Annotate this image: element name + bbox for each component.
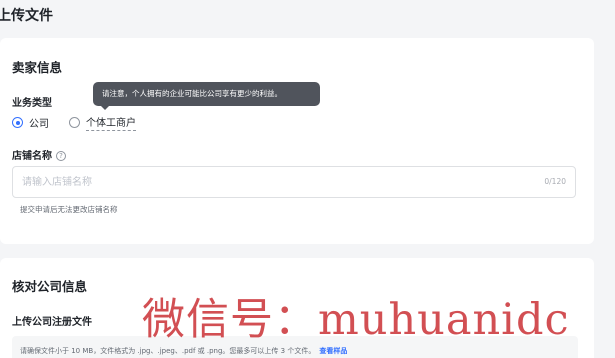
store-name-label: 店铺名称: [12, 151, 52, 162]
radio-sole-proprietor[interactable]: 个体工商户: [69, 114, 136, 131]
radio-sole-proprietor-label: 个体工商户: [86, 114, 136, 131]
view-sample-link[interactable]: 查看样品: [319, 347, 347, 355]
store-name-input[interactable]: [13, 167, 533, 197]
radio-checked-icon[interactable]: [12, 117, 23, 128]
seller-section-title: 卖家信息: [12, 60, 63, 75]
business-type-label: 业务类型: [12, 98, 52, 109]
seller-info-card: 卖家信息 业务类型 请注意，个人拥有的企业可能比公司享有更少的利益。 公司 个体…: [0, 38, 594, 244]
upload-hint: 请确保文件小于 10 MB，文件格式为 .jpg、.jpeg、.pdf 或 .p…: [20, 347, 316, 355]
radio-company-label: 公司: [29, 119, 49, 130]
upload-hint-row: 请确保文件小于 10 MB，文件格式为 .jpg、.jpeg、.pdf 或 .p…: [20, 346, 347, 356]
page-title: 上传文件: [0, 8, 53, 24]
business-type-radio-group: 公司 个体工商户: [12, 114, 156, 131]
tooltip-arrow: [101, 106, 109, 110]
company-section-title: 核对公司信息: [12, 279, 88, 294]
radio-company[interactable]: 公司: [12, 115, 49, 130]
upload-label: 上传公司注册文件: [12, 317, 92, 328]
store-name-field[interactable]: 0/120: [12, 166, 576, 198]
question-circle-icon[interactable]: ?: [56, 151, 66, 161]
radio-unchecked-icon[interactable]: [69, 117, 80, 128]
store-name-hint: 提交申请后无法更改店铺名称: [20, 205, 118, 214]
company-info-card: 核对公司信息 上传公司注册文件 请确保文件小于 10 MB，文件格式为 .jpg…: [0, 258, 594, 358]
char-counter: 0/120: [544, 177, 566, 186]
upload-area[interactable]: 请确保文件小于 10 MB，文件格式为 .jpg、.jpeg、.pdf 或 .p…: [12, 336, 578, 358]
store-name-label-row: 店铺名称?: [12, 147, 66, 162]
business-type-tooltip: 请注意，个人拥有的企业可能比公司享有更少的利益。: [93, 82, 320, 106]
